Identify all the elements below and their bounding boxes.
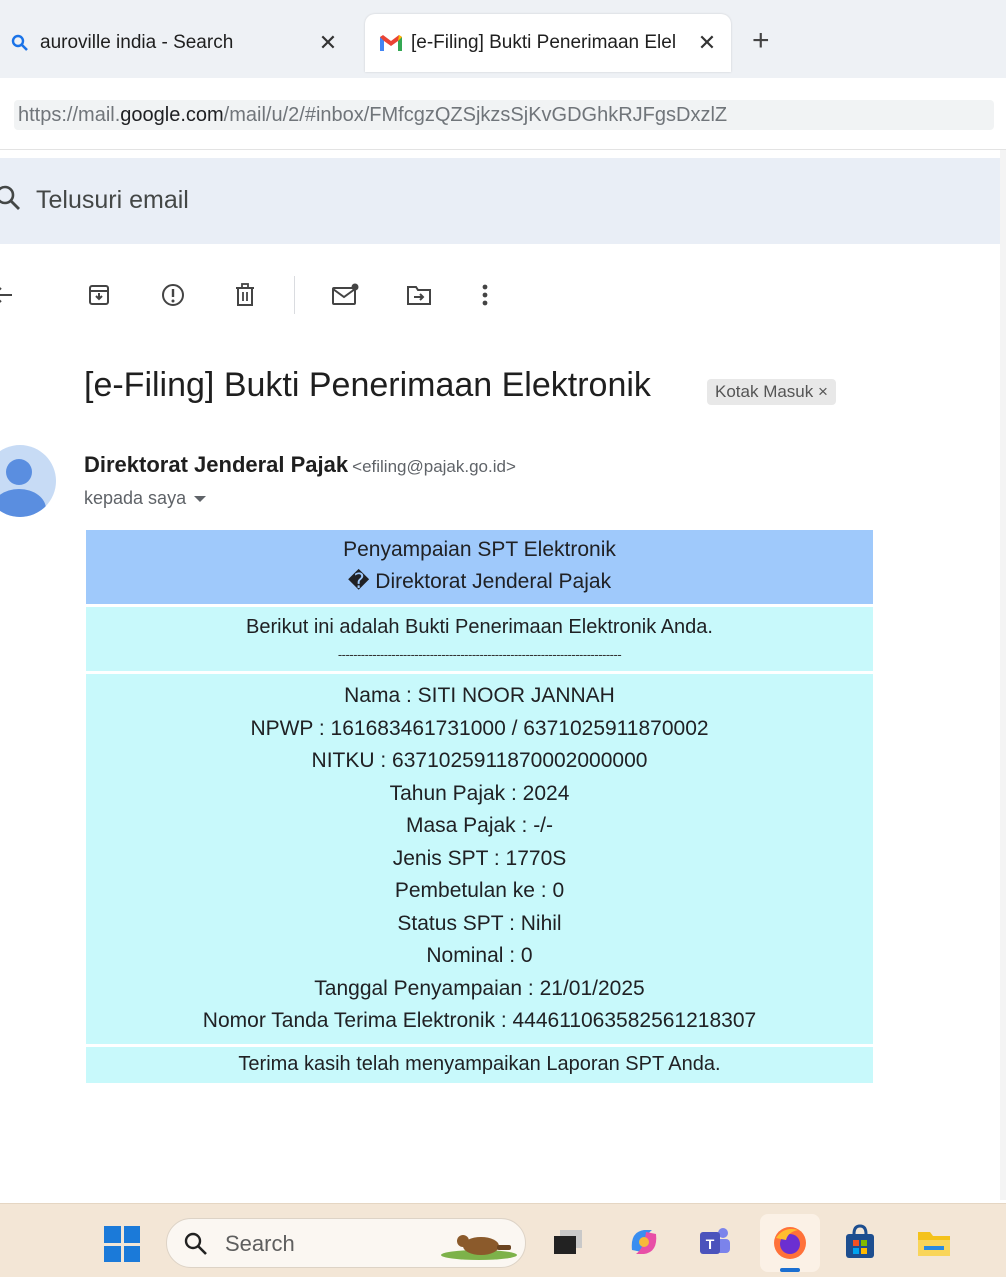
file-explorer-icon[interactable] xyxy=(914,1222,954,1262)
new-tab-button[interactable]: + xyxy=(752,26,770,56)
field-masa-pajak: Masa Pajak : -/- xyxy=(405,814,554,837)
avatar-head xyxy=(6,459,32,485)
avatar-body xyxy=(0,489,46,517)
sender-line: Direktorat Jenderal Pajak <efiling@pajak.… xyxy=(84,452,516,478)
url-prefix: https://mail. xyxy=(18,104,121,126)
taskbar-search-text: Search xyxy=(225,1231,295,1256)
gmail-search-bar xyxy=(0,158,1006,244)
windows-taskbar: Search T xyxy=(0,1203,1006,1277)
start-icon[interactable] xyxy=(104,1226,140,1262)
field-jenis-spt: Jenis SPT : 1770S xyxy=(392,846,567,870)
receipt-fields: Nama : SITI NOOR JANNAH NPWP : 161683461… xyxy=(86,674,873,1044)
field-nama: Nama : SITI NOOR JANNAH xyxy=(344,684,615,707)
close-tab-icon[interactable]: ✕ xyxy=(693,30,721,56)
field-nitku: NITKU : 6371025911870002000000 xyxy=(311,749,648,772)
inbox-label-chip[interactable]: Kotak Masuk × xyxy=(707,379,836,405)
recipient-line[interactable]: kepada saya xyxy=(84,488,207,509)
toolbar-divider xyxy=(294,276,295,314)
back-icon[interactable] xyxy=(0,278,20,312)
copilot-icon[interactable] xyxy=(624,1222,664,1262)
address-bar: https://mail.google.com/mail/u/2/#inbox/… xyxy=(0,78,1006,150)
firefox-icon[interactable] xyxy=(770,1222,810,1272)
receipt-table: Penyampaian SPT Elektronik � Direktorat … xyxy=(86,530,873,1083)
search-icon xyxy=(8,31,32,55)
sender-email: <efiling@pajak.go.id> xyxy=(352,457,516,476)
move-to-icon[interactable] xyxy=(402,278,436,312)
url-host: google.com xyxy=(120,104,224,126)
recipient-text: kepada saya xyxy=(84,488,187,508)
search-highlight-icon xyxy=(439,1227,519,1261)
message-toolbar xyxy=(0,268,1006,322)
field-tahun-pajak: Tahun Pajak : 2024 xyxy=(389,781,570,805)
field-npwp: NPWP : 161683461731000 / 637102591187000… xyxy=(250,716,709,740)
field-tanggal-penyampaian: Tanggal Penyampaian : 21/01/2025 xyxy=(314,976,645,1000)
email-subject: [e-Filing] Bukti Penerimaan Elektronik xyxy=(84,366,651,404)
close-tab-icon[interactable]: ✕ xyxy=(314,30,342,56)
field-nomor-tanda-terima: Nomor Tanda Terima Elektronik : 44461106… xyxy=(202,1009,757,1032)
chevron-down-icon[interactable] xyxy=(194,496,207,503)
tab-title: auroville india - Search xyxy=(40,32,234,53)
receipt-header-line1: Penyampaian SPT Elektronik xyxy=(343,538,616,561)
browser-tab-strip: auroville india - Search ✕ [e-Filing] Bu… xyxy=(0,0,1006,78)
search-icon[interactable] xyxy=(0,184,24,214)
archive-icon[interactable] xyxy=(82,278,116,312)
receipt-divider: ----------------------------------------… xyxy=(337,647,622,662)
field-status-spt: Status SPT : Nihil xyxy=(397,911,562,935)
sender-avatar[interactable] xyxy=(0,445,56,517)
mark-unread-icon[interactable] xyxy=(328,278,362,312)
tab-search[interactable]: auroville india - Search ✕ xyxy=(0,14,352,72)
sender-name[interactable]: Direktorat Jenderal Pajak xyxy=(84,452,348,477)
receipt-intro-text: Berikut ini adalah Bukti Penerimaan Elek… xyxy=(246,616,713,638)
field-pembetulan: Pembetulan ke : 0 xyxy=(394,879,565,902)
teams-icon[interactable]: T xyxy=(694,1222,734,1262)
report-spam-icon[interactable] xyxy=(156,278,190,312)
receipt-intro: Berikut ini adalah Bukti Penerimaan Elek… xyxy=(86,607,873,671)
search-icon xyxy=(183,1231,209,1257)
svg-text:T: T xyxy=(706,1236,715,1252)
search-email-input[interactable] xyxy=(36,182,636,218)
more-options-icon[interactable] xyxy=(468,278,502,312)
field-nominal: Nominal : 0 xyxy=(426,944,533,967)
receipt-header: Penyampaian SPT Elektronik � Direktorat … xyxy=(86,530,873,604)
store-icon[interactable] xyxy=(840,1222,880,1262)
receipt-header-line2: � Direktorat Jenderal Pajak xyxy=(347,570,612,593)
tab-gmail[interactable]: [e-Filing] Bukti Penerimaan Elel ✕ xyxy=(365,14,731,72)
taskbar-search[interactable]: Search xyxy=(166,1218,526,1268)
gmail-icon xyxy=(379,31,403,55)
tab-title: [e-Filing] Bukti Penerimaan Elel xyxy=(411,32,677,53)
delete-icon[interactable] xyxy=(228,278,262,312)
receipt-footer: Terima kasih telah menyampaikan Laporan … xyxy=(86,1046,873,1083)
url-path: /mail/u/2/#inbox/FMfcgzQZSjkzsSjKvGDGhkR… xyxy=(223,104,728,126)
task-view-icon[interactable] xyxy=(548,1222,588,1262)
scrollbar-track[interactable] xyxy=(1000,150,1006,1200)
url-field[interactable]: https://mail.google.com/mail/u/2/#inbox/… xyxy=(14,100,994,130)
